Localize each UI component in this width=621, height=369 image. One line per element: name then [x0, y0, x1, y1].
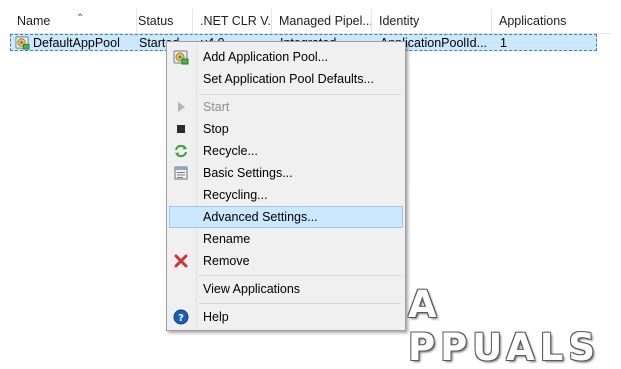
- menu-item-label: Recycle...: [203, 144, 258, 158]
- sort-ascending-icon: ⌃: [76, 13, 85, 24]
- menu-item-label: Help: [203, 310, 229, 324]
- menu-separator: [199, 303, 401, 304]
- menu-item-add-application-pool[interactable]: Add Application Pool...: [169, 46, 403, 68]
- column-header-label: .NET CLR V...: [200, 14, 272, 28]
- menu-item-label: Rename: [203, 232, 251, 246]
- menu-item-recycle[interactable]: Recycle...: [169, 140, 403, 162]
- appuals-watermark: A​PPUALS: [408, 283, 618, 369]
- menu-item-basic-settings[interactable]: Basic Settings...: [169, 162, 403, 184]
- application-pool-icon: [15, 36, 30, 50]
- menu-item-label: Recycling...: [203, 188, 268, 202]
- help-icon: ?: [173, 309, 189, 325]
- menu-item-stop[interactable]: Stop: [169, 118, 403, 140]
- menu-item-label: Add Application Pool...: [203, 50, 329, 64]
- menu-item-label: Stop: [203, 122, 229, 136]
- column-header-label: Name: [17, 14, 51, 28]
- menu-item-set-pool-defaults[interactable]: Set Application Pool Defaults...: [169, 68, 403, 90]
- menu-item-remove[interactable]: Remove: [169, 250, 403, 272]
- column-header-identity[interactable]: Identity: [372, 9, 492, 33]
- menu-item-label: Basic Settings...: [203, 166, 293, 180]
- menu-item-start: Start: [169, 96, 403, 118]
- menu-item-help[interactable]: ? Help: [169, 306, 403, 328]
- svg-text:?: ?: [178, 313, 184, 324]
- recycle-icon: [175, 144, 187, 158]
- menu-item-recycling[interactable]: Recycling...: [169, 184, 403, 206]
- stop-icon: [177, 125, 185, 133]
- watermark-logo: A​PPUALS: [408, 283, 601, 369]
- menu-item-label: Advanced Settings...: [203, 210, 318, 224]
- menu-item-label: View Applications: [203, 282, 301, 296]
- row-applications: 1: [500, 36, 507, 50]
- add-pool-icon: [173, 50, 189, 65]
- menu-item-label: Start: [203, 100, 230, 114]
- column-header-pipeline[interactable]: Managed Pipel...: [272, 9, 372, 33]
- menu-item-view-applications[interactable]: View Applications: [169, 278, 403, 300]
- menu-separator: [199, 275, 401, 276]
- column-header-label: Identity: [379, 14, 420, 28]
- column-header-applications[interactable]: Applications: [492, 9, 611, 33]
- column-header-name[interactable]: Name ⌃: [10, 9, 137, 33]
- remove-x-icon: [174, 254, 188, 268]
- column-header-label: Managed Pipel...: [279, 14, 372, 28]
- settings-icon: [174, 166, 188, 180]
- menu-item-label: Remove: [203, 254, 250, 268]
- play-icon: [178, 102, 185, 112]
- row-name: DefaultAppPool: [33, 36, 120, 50]
- menu-item-advanced-settings[interactable]: Advanced Settings...: [169, 206, 403, 228]
- menu-separator: [199, 94, 401, 95]
- context-menu: Add Application Pool... Set Application …: [166, 41, 406, 331]
- column-header-status[interactable]: Status: [131, 9, 193, 33]
- column-header: Name ⌃ Status .NET CLR V... Managed Pipe…: [10, 9, 611, 34]
- menu-item-label: Set Application Pool Defaults...: [203, 72, 374, 86]
- menu-item-rename[interactable]: Rename: [169, 228, 403, 250]
- column-header-label: Status: [138, 14, 174, 28]
- column-header-clr[interactable]: .NET CLR V...: [193, 9, 272, 33]
- column-header-label: Applications: [499, 14, 567, 28]
